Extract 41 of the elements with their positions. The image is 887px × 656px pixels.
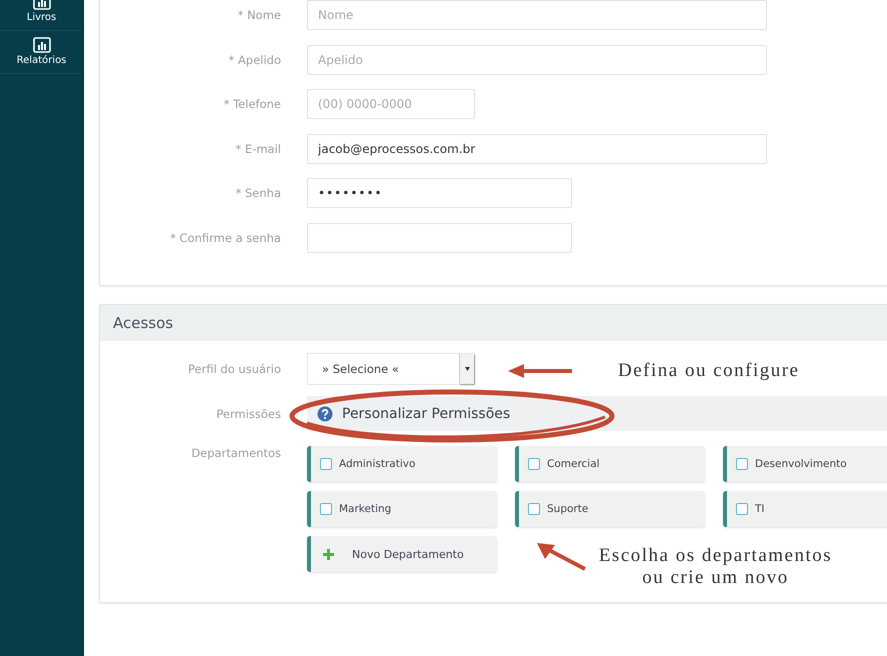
field-label: * Apelido bbox=[228, 52, 281, 67]
field-label: Departamentos bbox=[190, 446, 281, 460]
input-field[interactable]: Apelido bbox=[307, 44, 767, 75]
input-field[interactable] bbox=[307, 222, 572, 253]
plus-icon bbox=[323, 548, 334, 560]
sidebar-item[interactable]: Relatórios bbox=[16, 55, 66, 66]
checkbox[interactable] bbox=[320, 458, 332, 470]
field-label: * Senha bbox=[234, 186, 281, 200]
field-label: Perfil do usuário bbox=[187, 362, 281, 376]
annotation-text: Defina ou configure bbox=[618, 360, 800, 382]
chart-icon bbox=[32, 37, 50, 53]
department-option[interactable]: Administrativo bbox=[307, 446, 497, 482]
section-header: Acessos bbox=[100, 305, 887, 341]
caret-icon bbox=[464, 367, 470, 372]
new-department-button[interactable]: Novo Departamento bbox=[307, 536, 497, 572]
field-label: * Confirme a senha bbox=[169, 230, 281, 245]
field-label: * Telefone bbox=[222, 97, 281, 112]
input-field[interactable]: •••••••• bbox=[307, 178, 572, 208]
checkbox[interactable] bbox=[320, 503, 332, 515]
checkbox[interactable] bbox=[736, 503, 748, 515]
field-label: * E-mail bbox=[234, 142, 281, 156]
department-option[interactable]: Desenvolvimento bbox=[723, 446, 887, 482]
input-field[interactable]: (00) 0000-0000 bbox=[307, 89, 475, 120]
department-option[interactable]: Marketing bbox=[307, 491, 497, 527]
arrow-annotation bbox=[537, 543, 587, 573]
department-option[interactable]: Comercial bbox=[515, 446, 705, 482]
annotation-text: Escolha os departamentos ou crie um novo bbox=[598, 545, 833, 589]
checkbox[interactable] bbox=[528, 503, 540, 515]
checkbox[interactable] bbox=[736, 458, 748, 470]
input-field[interactable]: Nome bbox=[307, 0, 767, 30]
permissions-button[interactable]: Personalizar Permissões bbox=[307, 396, 887, 432]
field-label: Permissões bbox=[215, 406, 281, 421]
department-option[interactable]: Suporte bbox=[515, 491, 705, 527]
department-option[interactable]: TI bbox=[723, 491, 887, 527]
checkbox[interactable] bbox=[528, 458, 540, 470]
help-icon bbox=[317, 406, 333, 422]
field-label: * Nome bbox=[236, 8, 281, 22]
input-field[interactable]: jacob@eprocessos.com.br bbox=[307, 134, 767, 164]
profile-select[interactable]: » Selecione « bbox=[307, 353, 475, 386]
sidebar-item[interactable]: Livros bbox=[26, 12, 56, 23]
arrow-annotation bbox=[508, 363, 574, 379]
